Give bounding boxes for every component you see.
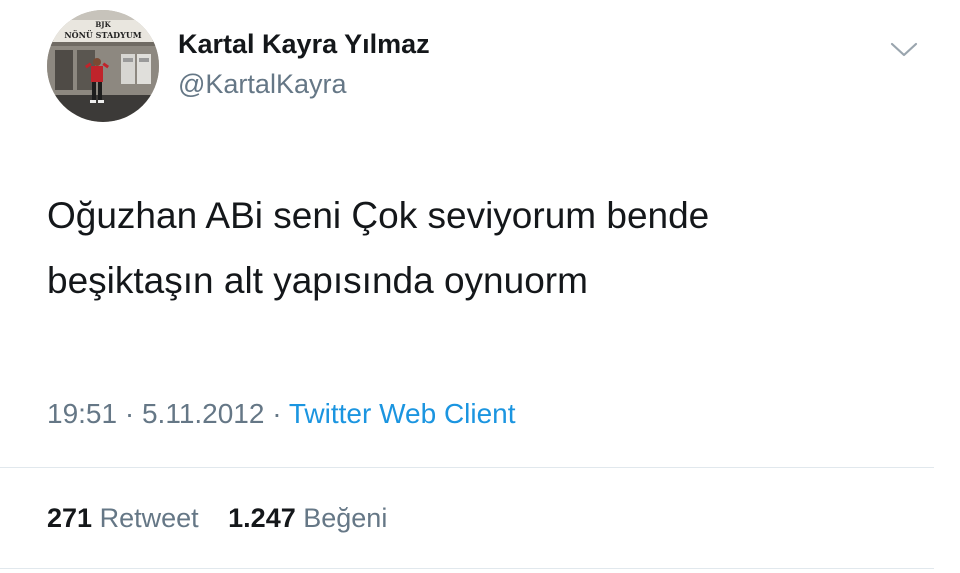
retweet-number: 271 — [47, 503, 93, 533]
meta-separator: · — [272, 398, 282, 429]
tweet-card: BJK NÖNÜ STADYUM Kartal Kayra Yılmaz @Ka… — [0, 0, 960, 573]
avatar-sign-main: NÖNÜ STADYUM — [64, 30, 141, 40]
retweet-label: Retweet — [99, 503, 199, 533]
display-name[interactable]: Kartal Kayra Yılmaz — [178, 28, 430, 60]
tweet-text: Oğuzhan ABi seni Çok seviyorum bende beş… — [47, 183, 927, 313]
author-names: Kartal Kayra Yılmaz @KartalKayra — [178, 28, 430, 100]
like-label: Beğeni — [303, 503, 388, 533]
like-number: 1.247 — [228, 503, 296, 533]
chevron-down-icon[interactable] — [886, 38, 922, 62]
retweet-count[interactable]: 271 Retweet — [47, 500, 199, 536]
avatar-photo: BJK NÖNÜ STADYUM — [47, 10, 159, 122]
tweet-stats: 271 Retweet 1.247 Beğeni — [47, 500, 409, 536]
divider — [0, 568, 934, 569]
tweet-date: 5.11.2012 — [141, 398, 265, 429]
tweet-meta: 19:51 · 5.11.2012 · Twitter Web Client — [47, 396, 516, 432]
user-handle[interactable]: @KartalKayra — [178, 68, 430, 100]
tweet-time: 19:51 — [47, 398, 118, 429]
meta-separator: · — [124, 398, 135, 429]
tweet-text-line: Oğuzhan ABi seni Çok seviyorum bende — [47, 195, 710, 236]
avatar-sign-top: BJK — [95, 20, 111, 29]
tweet-text-line: beşiktaşın alt yapısında oynuorm — [47, 260, 588, 301]
avatar[interactable]: BJK NÖNÜ STADYUM — [47, 10, 159, 122]
divider — [0, 467, 934, 468]
like-count[interactable]: 1.247 Beğeni — [228, 500, 387, 536]
tweet-source-link[interactable]: Twitter Web Client — [289, 398, 516, 429]
